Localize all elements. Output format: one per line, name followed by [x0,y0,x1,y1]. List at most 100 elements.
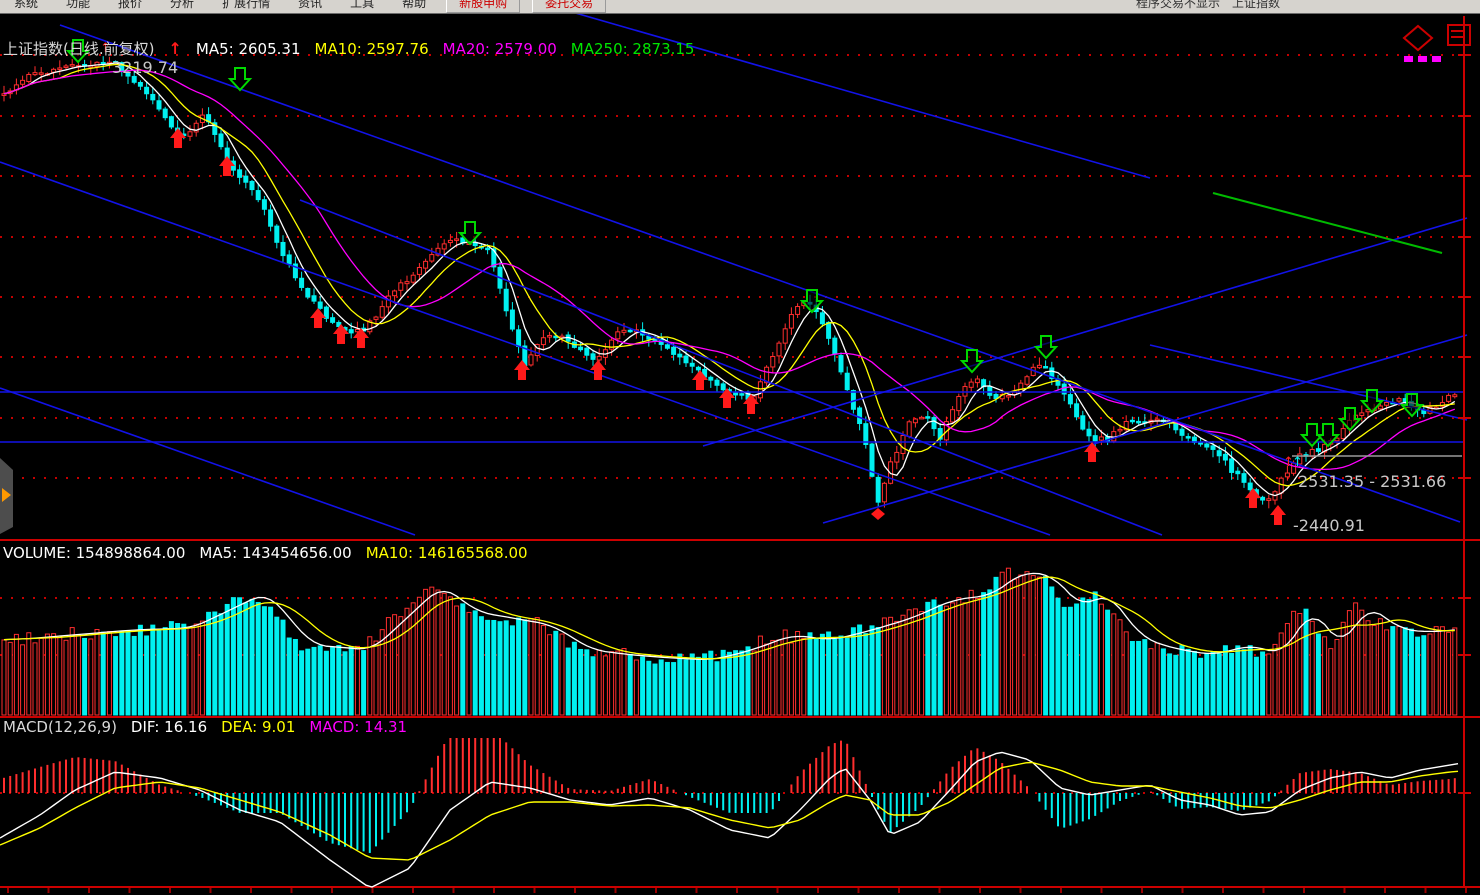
volume-bar [591,657,595,715]
menu-item-highlighted[interactable]: 委托交易 [532,0,606,13]
volume-bar [870,626,874,715]
volume-bar [1137,641,1141,715]
volume-bar [1180,646,1184,715]
candle-body [275,226,279,242]
menu-item[interactable]: 工具 [336,0,388,11]
volume-bar [244,603,248,715]
volume-bar [281,620,285,715]
candle-body [690,363,694,366]
volume-bar [461,604,465,715]
candle-body [262,200,266,210]
volume-bar [1143,640,1147,715]
volume-bar [424,589,428,715]
candle-body [616,332,620,339]
candle-body [157,101,161,109]
buy-signal-arrow-icon [310,308,326,328]
volume-bar [287,638,291,715]
volume-bar [585,650,589,715]
menu-item[interactable]: 扩展行情 [208,0,284,11]
volume-bar [151,625,155,715]
candle-body [1223,454,1227,460]
candle-body [393,291,397,296]
volume-bar [659,660,663,715]
candle-body [1267,499,1271,501]
candle-body [324,307,328,318]
volume-bar [492,620,496,715]
volume-bar [1199,658,1203,715]
candle-body [1447,395,1451,401]
menu-item-highlighted[interactable]: 新股申购 [446,0,520,13]
candle-body [628,330,632,332]
volume-legend: VOLUME: 154898864.00 MA5: 143454656.00 M… [3,544,528,562]
candle-body [256,191,260,200]
volume-bar [913,609,917,715]
volume-bar [8,642,12,715]
candle-body [1093,436,1097,441]
candle-body [151,94,155,99]
menu-item[interactable]: 资讯 [284,0,336,11]
trendline [60,25,1460,522]
candle-body [951,410,955,422]
ellipsis-dots-icon [1418,56,1427,62]
volume-bar [504,621,508,715]
candle-body [591,354,595,360]
volume-bar [523,620,527,715]
ma5-value: MA5: 2605.31 [196,40,301,58]
candle-body [411,275,415,282]
volume-bar [1056,598,1060,715]
volume-bar [1025,572,1029,715]
volume-bar [901,615,905,715]
volume-bar [33,643,37,715]
volume-bar [765,644,769,715]
volume-ma5-value: MA5: 143454656.00 [199,544,351,562]
volume-bar [207,612,211,715]
candle-body [1211,446,1215,450]
candle-body [1180,429,1184,435]
volume-bar [808,633,812,715]
volume-bar [963,603,967,715]
stock-app-window: 系统功能报价分析扩展行情资讯工具帮助新股申购委托交易 程序交易不显示 上证指数 … [0,0,1480,895]
candle-body [517,330,521,347]
menu-item[interactable]: 系统 [0,0,52,11]
volume-bar [262,607,266,715]
volume-bar [430,587,434,715]
volume-bar [715,662,719,715]
volume-bar [293,639,297,715]
volume-bar [1409,629,1413,715]
menu-item[interactable]: 分析 [156,0,208,11]
volume-bar [851,628,855,715]
menu-item[interactable]: 报价 [104,0,156,11]
volume-bar [300,651,304,715]
candle-body [1378,406,1382,409]
candle-body [1037,365,1041,367]
candle-body [250,181,254,189]
volume-bar [802,638,806,715]
volume-bar [1267,654,1271,715]
volume-bar [796,631,800,715]
volume-bar [628,654,632,715]
sidebar-expand-tab[interactable] [0,458,13,534]
buy-signal-arrow-icon [514,360,530,380]
ma10-value: MA10: 2597.76 [315,40,429,58]
chart-area[interactable]: ↑↑↑ 上证指数(日线.前复权) ↑ MA5: 2605.31 MA10: 25… [0,14,1480,895]
volume-bar [734,651,738,715]
volume-bar [1279,633,1283,715]
menu-item[interactable]: 帮助 [388,0,440,11]
ellipsis-dots-icon [1404,56,1413,62]
chart-canvas[interactable]: ↑↑↑ [0,14,1480,895]
volume-bar [1254,657,1258,715]
candle-body [58,68,62,70]
candle-body [672,347,676,354]
candle-body [64,66,68,68]
candle-body [424,261,428,268]
volume-bar [969,590,973,715]
candle-body [21,80,25,84]
volume-bar [1044,576,1048,715]
volume-bar [1372,625,1376,715]
menu-item[interactable]: 功能 [52,0,104,11]
candle-body [715,380,719,385]
volume-bar [610,652,614,715]
candle-body [169,117,173,127]
volume-bar [1118,620,1122,715]
candle-body [455,239,459,241]
